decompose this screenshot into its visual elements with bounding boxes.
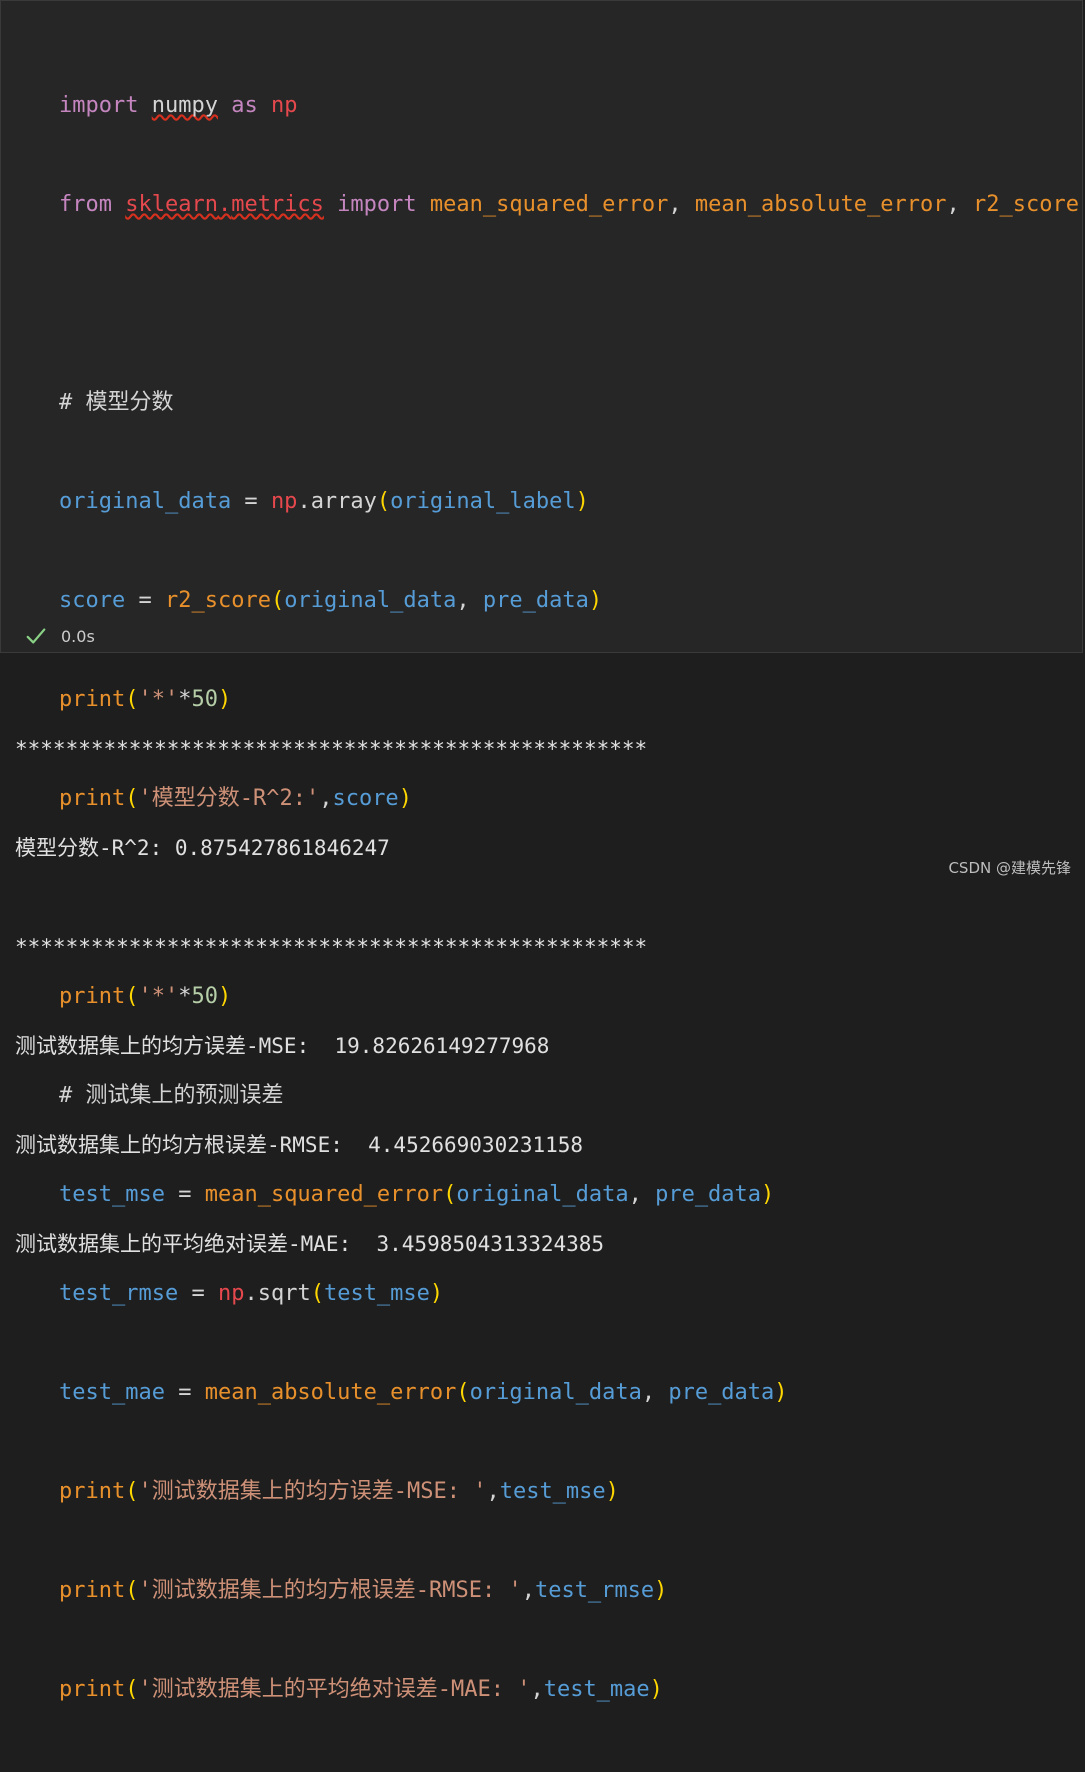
var-pre-data: pre_data — [668, 1380, 774, 1405]
alias-np: np — [271, 489, 298, 514]
code-line-17: print('测试数据集上的平均绝对误差-MAE: ',test_mae) — [59, 1673, 1079, 1706]
fn-mae: mean_absolute_error — [205, 1380, 457, 1405]
module-metrics: metrics — [231, 192, 324, 217]
keyword-as: as — [231, 93, 258, 118]
check-icon — [25, 625, 47, 647]
var-original-data: original_data — [470, 1380, 642, 1405]
var-pre-data: pre_data — [655, 1182, 761, 1207]
var-score: score — [59, 588, 125, 613]
execution-status: 0.0s — [25, 625, 95, 647]
module-sklearn: sklearn — [125, 192, 218, 217]
output-separator: ****************************************… — [15, 733, 647, 766]
code-line-6: score = r2_score(original_data, pre_data… — [59, 584, 1079, 617]
execution-time: 0.0s — [61, 627, 95, 646]
code-line-3 — [59, 287, 1079, 320]
comment-score: # 模型分数 — [59, 390, 174, 415]
import-mse: mean_squared_error — [430, 192, 668, 217]
var-test-mae: test_mae — [544, 1677, 650, 1702]
var-original-data: original_data — [59, 489, 231, 514]
fn-r2-score: r2_score — [165, 588, 271, 613]
fn-print: print — [59, 1578, 125, 1603]
code-line-4: # 模型分数 — [59, 386, 1079, 419]
code-line-2: from sklearn.metrics import mean_squared… — [59, 188, 1079, 221]
var-test-rmse: test_rmse — [535, 1578, 654, 1603]
fn-print: print — [59, 1479, 125, 1504]
var-test-mse: test_mse — [500, 1479, 606, 1504]
keyword-import: import — [337, 192, 416, 217]
import-r2: r2_score — [973, 192, 1079, 217]
string-mse: '测试数据集上的均方误差-MSE: ' — [138, 1479, 486, 1504]
output-r2: 模型分数-R^2: 0.875427861846247 — [15, 832, 647, 865]
code-line-14: test_mae = mean_absolute_error(original_… — [59, 1376, 1079, 1409]
var-original-label: original_label — [390, 489, 575, 514]
fn-array: array — [311, 489, 377, 514]
module-numpy: numpy — [152, 93, 218, 118]
var-original-data: original_data — [284, 588, 456, 613]
code-line-16: print('测试数据集上的均方根误差-RMSE: ',test_rmse) — [59, 1574, 1079, 1607]
output-separator: ****************************************… — [15, 931, 647, 964]
keyword-import: import — [59, 93, 138, 118]
code-line-1: import numpy as np — [59, 89, 1079, 122]
alias-np: np — [271, 93, 298, 118]
output-rmse: 测试数据集上的均方根误差-RMSE: 4.452669030231158 — [15, 1129, 647, 1162]
code-line-5: original_data = np.array(original_label) — [59, 485, 1079, 518]
module-sklearn-metrics: sklearn.metrics — [125, 192, 324, 217]
output-mse: 测试数据集上的均方误差-MSE: 19.82626149277968 — [15, 1030, 647, 1063]
output-mae: 测试数据集上的平均绝对误差-MAE: 3.4598504313324385 — [15, 1228, 647, 1261]
import-mae: mean_absolute_error — [695, 192, 947, 217]
watermark: CSDN @建模先锋 — [948, 857, 1071, 878]
fn-print: print — [59, 1677, 125, 1702]
string-rmse: '测试数据集上的均方根误差-RMSE: ' — [138, 1578, 521, 1603]
var-pre-data: pre_data — [483, 588, 589, 613]
code-line-15: print('测试数据集上的均方误差-MSE: ',test_mse) — [59, 1475, 1079, 1508]
code-cell[interactable]: import numpy as np from sklearn.metrics … — [0, 0, 1083, 653]
var-test-mae: test_mae — [59, 1380, 165, 1405]
string-mae: '测试数据集上的平均绝对误差-MAE: ' — [138, 1677, 530, 1702]
keyword-from: from — [59, 192, 112, 217]
cell-output: ****************************************… — [15, 667, 647, 1294]
